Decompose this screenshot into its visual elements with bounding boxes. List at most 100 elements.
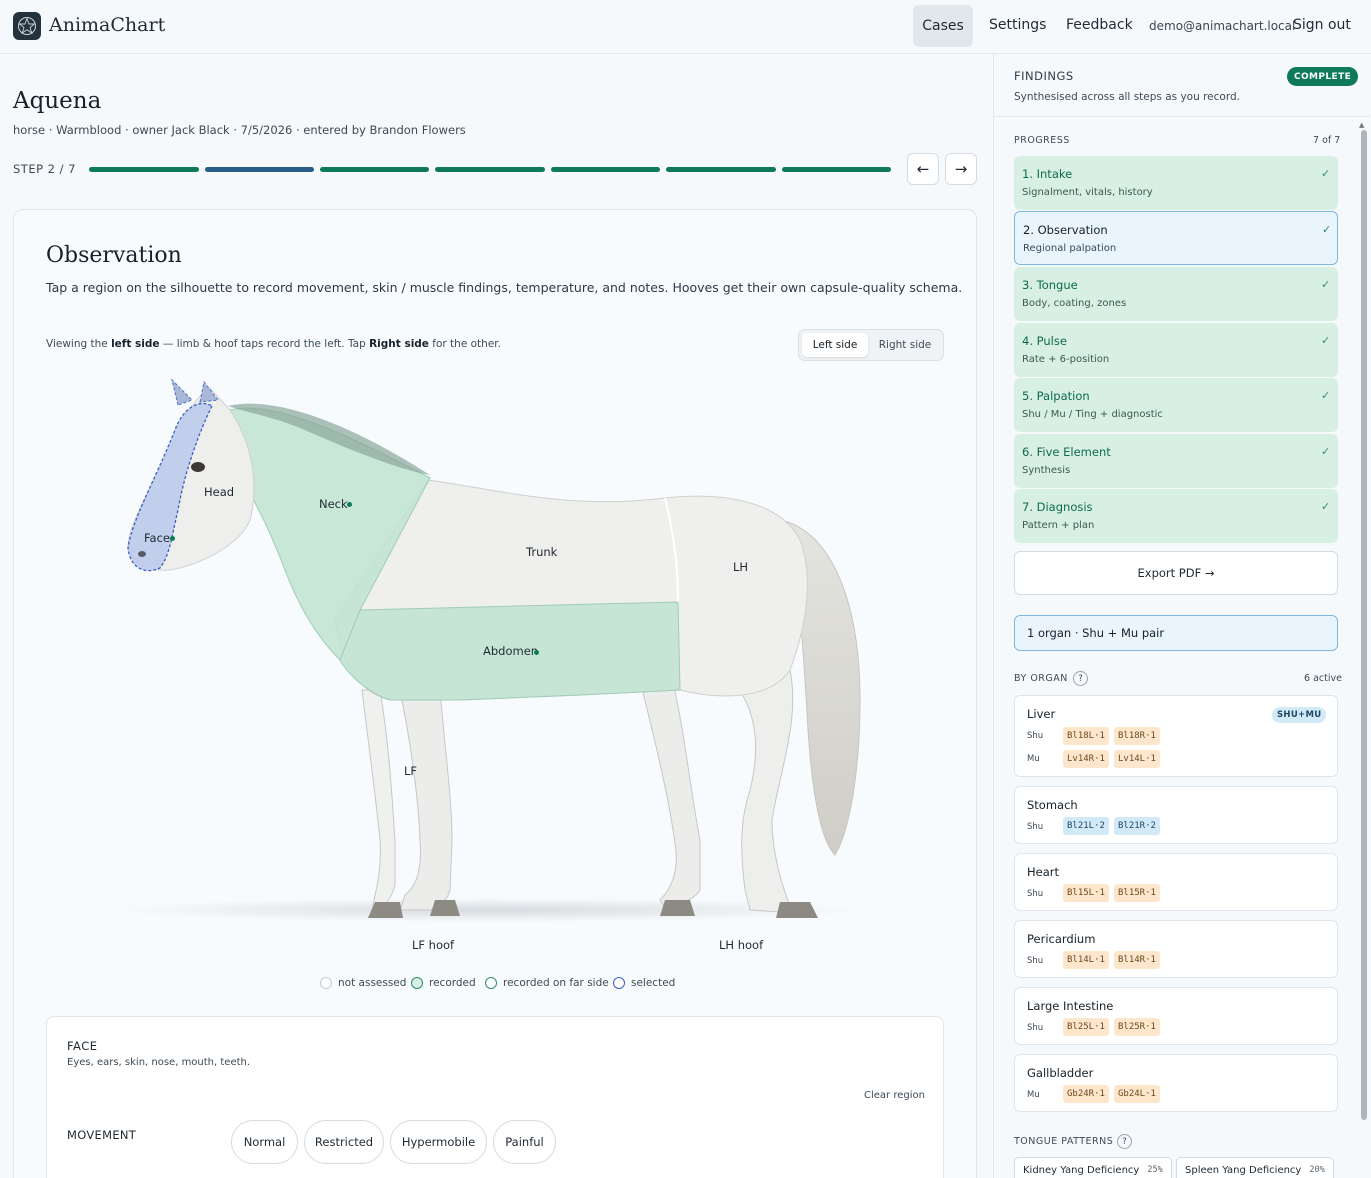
clear-region-button[interactable]: Clear region (864, 1090, 925, 1101)
legend-recorded: recorded (411, 977, 476, 989)
back-leg-near[interactable] (718, 669, 794, 913)
step-bar-1[interactable] (89, 167, 199, 172)
region-label-lf[interactable]: LF (404, 764, 417, 778)
step-bar-6[interactable] (666, 167, 776, 172)
check-icon: ✓ (1321, 334, 1331, 347)
pentagram-icon (18, 17, 36, 35)
point-chip[interactable]: Bl14R·1 (1114, 951, 1160, 969)
point-chip[interactable]: Bl18R·1 (1114, 727, 1160, 745)
scroll-up-icon[interactable]: ▲ (1359, 121, 1364, 129)
progress-label: PROGRESS (1014, 135, 1070, 146)
legend-not-assessed: not assessed (320, 977, 406, 989)
progress-step-five-element[interactable]: 6. Five Element Synthesis ✓ (1014, 434, 1338, 488)
complete-badge: COMPLETE (1287, 67, 1359, 86)
region-label-lf-hoof[interactable]: LF hoof (412, 938, 454, 952)
point-chip[interactable]: Bl18L·1 (1063, 727, 1109, 745)
progress-step-diagnosis[interactable]: 7. Diagnosis Pattern + plan ✓ (1014, 489, 1338, 543)
movement-hypermobile-chip[interactable]: Hypermobile (390, 1120, 487, 1164)
prev-step-button[interactable]: ← (907, 153, 939, 185)
step-bar-7[interactable] (782, 167, 891, 172)
check-icon: ✓ (1321, 500, 1331, 513)
shu-mu-badge: SHU+MU (1272, 707, 1327, 723)
organ-card-heart[interactable]: Heart Shu (1014, 853, 1338, 911)
findings-subtitle: Synthesised across all steps as you reco… (1014, 91, 1240, 103)
check-icon: ✓ (1321, 167, 1331, 180)
point-chip[interactable]: Bl14L·1 (1063, 951, 1109, 969)
help-icon[interactable]: ? (1117, 1134, 1132, 1149)
point-chip[interactable]: Gb24R·1 (1063, 1085, 1109, 1103)
progress-step-pulse[interactable]: 4. Pulse Rate + 6-position ✓ (1014, 323, 1338, 377)
horse-nostril (138, 551, 146, 557)
point-chip[interactable]: Gb24L·1 (1114, 1085, 1160, 1103)
abdomen-recorded-dot (534, 650, 539, 655)
point-chip[interactable]: Lv14R·1 (1063, 750, 1109, 768)
legend-selected: selected (613, 977, 675, 989)
movement-painful-chip[interactable]: Painful (493, 1120, 556, 1164)
hoof-rh[interactable] (660, 900, 695, 916)
organ-card-gallbladder[interactable]: Gallbladder Mu (1014, 1054, 1338, 1112)
point-chip[interactable]: Bl21L·2 (1063, 817, 1109, 835)
step-bar-5[interactable] (551, 167, 660, 172)
shu-mu-pair-summary[interactable]: 1 organ · Shu + Mu pair (1014, 615, 1338, 651)
organ-card-stomach[interactable]: Stomach Shu (1014, 786, 1338, 844)
circle-icon (485, 977, 497, 989)
nav-settings[interactable]: Settings (989, 17, 1046, 33)
region-panel-title: FACE (67, 1039, 98, 1053)
circle-icon (613, 977, 625, 989)
tongue-patterns-label: TONGUE PATTERNS (1014, 1136, 1114, 1147)
back-leg-far[interactable] (639, 669, 701, 909)
findings-title: FINDINGS (1014, 69, 1074, 83)
front-leg-near[interactable] (361, 689, 396, 911)
region-label-head[interactable]: Head (204, 485, 234, 499)
circle-icon (320, 977, 332, 989)
region-label-trunk[interactable]: Trunk (526, 545, 557, 559)
next-step-button[interactable]: → (945, 153, 977, 185)
step-bar-3[interactable] (320, 167, 429, 172)
sign-out-link[interactable]: Sign out (1293, 17, 1351, 33)
region-label-face[interactable]: Face (144, 531, 170, 545)
tongue-pattern-chip[interactable]: Kidney Yang Deficiency 25% (1014, 1157, 1172, 1178)
app-name[interactable]: AnimaChart (49, 14, 165, 36)
left-side-button[interactable]: Left side (802, 333, 868, 357)
point-chip[interactable]: Bl15L·1 (1063, 884, 1109, 902)
nav-feedback[interactable]: Feedback (1066, 17, 1133, 33)
progress-step-intake[interactable]: 1. Intake Signalment, vitals, history ✓ (1014, 156, 1338, 210)
region-label-neck[interactable]: Neck (319, 497, 348, 511)
right-side-button[interactable]: Right side (871, 333, 939, 357)
neck-recorded-dot (347, 502, 352, 507)
case-name: Aquena (13, 88, 102, 114)
app-logo[interactable] (13, 12, 41, 40)
point-chip[interactable]: Bl25L·1 (1063, 1018, 1109, 1036)
help-icon[interactable]: ? (1073, 671, 1088, 686)
side-toggle: Left side Right side (798, 329, 944, 361)
front-leg-far[interactable] (399, 689, 453, 911)
observation-title: Observation (46, 243, 182, 268)
point-chip[interactable]: Lv14L·1 (1114, 750, 1160, 768)
movement-normal-chip[interactable]: Normal (231, 1120, 298, 1164)
movement-restricted-chip[interactable]: Restricted (304, 1120, 384, 1164)
nav-cases[interactable]: Cases (913, 5, 973, 47)
region-label-lh-hoof[interactable]: LH hoof (719, 938, 763, 952)
point-chip[interactable]: Bl25R·1 (1114, 1018, 1160, 1036)
region-label-lh[interactable]: LH (733, 560, 748, 574)
hoof-rf[interactable] (430, 900, 460, 916)
point-chip[interactable]: Bl15R·1 (1114, 884, 1160, 902)
export-pdf-button[interactable]: Export PDF → (1014, 551, 1338, 595)
tongue-pattern-chip[interactable]: Spleen Yang Deficiency 20% (1176, 1157, 1334, 1178)
sidebar-scrollbar[interactable] (1361, 130, 1367, 1120)
progress-step-tongue[interactable]: 3. Tongue Body, coating, zones ✓ (1014, 267, 1338, 321)
point-chip[interactable]: Bl21R·2 (1114, 817, 1160, 835)
organ-card-pericardium[interactable]: Pericardium Shu (1014, 920, 1338, 978)
progress-step-palpation[interactable]: 5. Palpation Shu / Mu / Ting + diagnostic… (1014, 378, 1338, 432)
active-count: 6 active (1304, 673, 1342, 684)
organ-card-large-intestine[interactable]: Large Intestine Shu (1014, 987, 1338, 1045)
legend-recorded-far: recorded on far side (485, 977, 609, 989)
by-organ-label: BY ORGAN (1014, 673, 1068, 684)
arrow-right-icon: → (954, 160, 968, 178)
case-meta: horse · Warmblood · owner Jack Black · 7… (13, 123, 466, 137)
region-label-abdomen[interactable]: Abdomen (483, 644, 538, 658)
arrow-left-icon: ← (916, 160, 930, 178)
progress-step-observation[interactable]: 2. Observation Regional palpation ✓ (1014, 211, 1338, 265)
step-bar-2[interactable] (205, 167, 314, 172)
step-bar-4[interactable] (435, 167, 545, 172)
